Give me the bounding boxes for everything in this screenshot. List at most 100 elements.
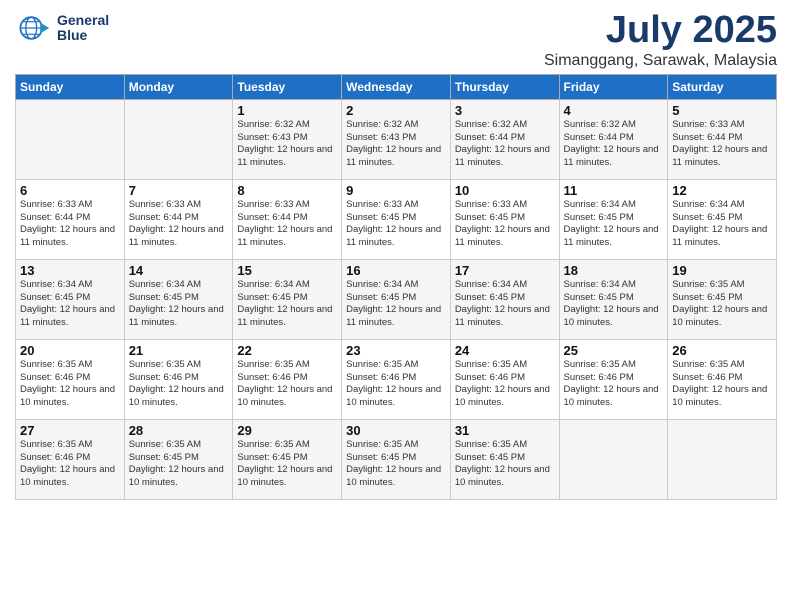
calendar-cell: 4Sunrise: 6:32 AM Sunset: 6:44 PM Daylig… bbox=[559, 99, 668, 179]
calendar-cell: 11Sunrise: 6:34 AM Sunset: 6:45 PM Dayli… bbox=[559, 179, 668, 259]
day-number: 12 bbox=[672, 183, 772, 198]
calendar-cell: 26Sunrise: 6:35 AM Sunset: 6:46 PM Dayli… bbox=[668, 339, 777, 419]
cell-detail: Sunrise: 6:35 AM Sunset: 6:45 PM Dayligh… bbox=[672, 279, 772, 330]
day-number: 3 bbox=[455, 103, 555, 118]
cell-detail: Sunrise: 6:35 AM Sunset: 6:46 PM Dayligh… bbox=[129, 359, 229, 410]
cell-detail: Sunrise: 6:35 AM Sunset: 6:45 PM Dayligh… bbox=[346, 439, 446, 490]
calendar-cell: 25Sunrise: 6:35 AM Sunset: 6:46 PM Dayli… bbox=[559, 339, 668, 419]
calendar-cell: 16Sunrise: 6:34 AM Sunset: 6:45 PM Dayli… bbox=[342, 259, 451, 339]
day-number: 5 bbox=[672, 103, 772, 118]
calendar-cell: 6Sunrise: 6:33 AM Sunset: 6:44 PM Daylig… bbox=[16, 179, 125, 259]
calendar-cell: 14Sunrise: 6:34 AM Sunset: 6:45 PM Dayli… bbox=[124, 259, 233, 339]
calendar-cell: 8Sunrise: 6:33 AM Sunset: 6:44 PM Daylig… bbox=[233, 179, 342, 259]
calendar-cell bbox=[124, 99, 233, 179]
day-number: 4 bbox=[564, 103, 664, 118]
logo: General Blue bbox=[15, 10, 109, 46]
day-number: 23 bbox=[346, 343, 446, 358]
day-number: 20 bbox=[20, 343, 120, 358]
cell-detail: Sunrise: 6:33 AM Sunset: 6:44 PM Dayligh… bbox=[237, 199, 337, 250]
calendar-cell: 19Sunrise: 6:35 AM Sunset: 6:45 PM Dayli… bbox=[668, 259, 777, 339]
day-number: 31 bbox=[455, 423, 555, 438]
cell-detail: Sunrise: 6:32 AM Sunset: 6:44 PM Dayligh… bbox=[455, 119, 555, 170]
day-number: 2 bbox=[346, 103, 446, 118]
calendar-cell: 15Sunrise: 6:34 AM Sunset: 6:45 PM Dayli… bbox=[233, 259, 342, 339]
location-title: Simanggang, Sarawak, Malaysia bbox=[544, 52, 777, 70]
day-number: 26 bbox=[672, 343, 772, 358]
day-number: 19 bbox=[672, 263, 772, 278]
calendar-cell bbox=[16, 99, 125, 179]
day-number: 25 bbox=[564, 343, 664, 358]
calendar-cell: 5Sunrise: 6:33 AM Sunset: 6:44 PM Daylig… bbox=[668, 99, 777, 179]
cell-detail: Sunrise: 6:32 AM Sunset: 6:43 PM Dayligh… bbox=[346, 119, 446, 170]
day-number: 9 bbox=[346, 183, 446, 198]
day-number: 14 bbox=[129, 263, 229, 278]
calendar-cell: 3Sunrise: 6:32 AM Sunset: 6:44 PM Daylig… bbox=[450, 99, 559, 179]
calendar-header-row: SundayMondayTuesdayWednesdayThursdayFrid… bbox=[16, 74, 777, 99]
cell-detail: Sunrise: 6:32 AM Sunset: 6:44 PM Dayligh… bbox=[564, 119, 664, 170]
calendar-week-row: 13Sunrise: 6:34 AM Sunset: 6:45 PM Dayli… bbox=[16, 259, 777, 339]
cell-detail: Sunrise: 6:34 AM Sunset: 6:45 PM Dayligh… bbox=[20, 279, 120, 330]
calendar-cell: 18Sunrise: 6:34 AM Sunset: 6:45 PM Dayli… bbox=[559, 259, 668, 339]
day-number: 7 bbox=[129, 183, 229, 198]
cell-detail: Sunrise: 6:35 AM Sunset: 6:46 PM Dayligh… bbox=[564, 359, 664, 410]
cell-detail: Sunrise: 6:34 AM Sunset: 6:45 PM Dayligh… bbox=[564, 199, 664, 250]
title-block: July 2025 Simanggang, Sarawak, Malaysia bbox=[544, 10, 777, 70]
day-number: 29 bbox=[237, 423, 337, 438]
cell-detail: Sunrise: 6:33 AM Sunset: 6:44 PM Dayligh… bbox=[129, 199, 229, 250]
day-header-tuesday: Tuesday bbox=[233, 74, 342, 99]
day-number: 21 bbox=[129, 343, 229, 358]
day-header-sunday: Sunday bbox=[16, 74, 125, 99]
calendar-cell: 13Sunrise: 6:34 AM Sunset: 6:45 PM Dayli… bbox=[16, 259, 125, 339]
cell-detail: Sunrise: 6:35 AM Sunset: 6:46 PM Dayligh… bbox=[672, 359, 772, 410]
day-header-friday: Friday bbox=[559, 74, 668, 99]
calendar-cell: 2Sunrise: 6:32 AM Sunset: 6:43 PM Daylig… bbox=[342, 99, 451, 179]
cell-detail: Sunrise: 6:35 AM Sunset: 6:46 PM Dayligh… bbox=[455, 359, 555, 410]
calendar-cell: 29Sunrise: 6:35 AM Sunset: 6:45 PM Dayli… bbox=[233, 419, 342, 499]
calendar-cell: 1Sunrise: 6:32 AM Sunset: 6:43 PM Daylig… bbox=[233, 99, 342, 179]
logo-line1: General bbox=[57, 13, 109, 28]
cell-detail: Sunrise: 6:34 AM Sunset: 6:45 PM Dayligh… bbox=[564, 279, 664, 330]
day-number: 6 bbox=[20, 183, 120, 198]
day-header-saturday: Saturday bbox=[668, 74, 777, 99]
cell-detail: Sunrise: 6:35 AM Sunset: 6:46 PM Dayligh… bbox=[346, 359, 446, 410]
calendar-cell: 30Sunrise: 6:35 AM Sunset: 6:45 PM Dayli… bbox=[342, 419, 451, 499]
day-number: 17 bbox=[455, 263, 555, 278]
calendar-cell bbox=[668, 419, 777, 499]
cell-detail: Sunrise: 6:35 AM Sunset: 6:46 PM Dayligh… bbox=[237, 359, 337, 410]
cell-detail: Sunrise: 6:35 AM Sunset: 6:46 PM Dayligh… bbox=[20, 439, 120, 490]
calendar-cell: 22Sunrise: 6:35 AM Sunset: 6:46 PM Dayli… bbox=[233, 339, 342, 419]
cell-detail: Sunrise: 6:35 AM Sunset: 6:45 PM Dayligh… bbox=[455, 439, 555, 490]
cell-detail: Sunrise: 6:34 AM Sunset: 6:45 PM Dayligh… bbox=[237, 279, 337, 330]
day-number: 1 bbox=[237, 103, 337, 118]
calendar-cell: 17Sunrise: 6:34 AM Sunset: 6:45 PM Dayli… bbox=[450, 259, 559, 339]
cell-detail: Sunrise: 6:34 AM Sunset: 6:45 PM Dayligh… bbox=[346, 279, 446, 330]
calendar-cell bbox=[559, 419, 668, 499]
day-number: 24 bbox=[455, 343, 555, 358]
day-number: 16 bbox=[346, 263, 446, 278]
day-number: 18 bbox=[564, 263, 664, 278]
calendar-cell: 21Sunrise: 6:35 AM Sunset: 6:46 PM Dayli… bbox=[124, 339, 233, 419]
cell-detail: Sunrise: 6:33 AM Sunset: 6:45 PM Dayligh… bbox=[455, 199, 555, 250]
calendar-cell: 31Sunrise: 6:35 AM Sunset: 6:45 PM Dayli… bbox=[450, 419, 559, 499]
cell-detail: Sunrise: 6:34 AM Sunset: 6:45 PM Dayligh… bbox=[129, 279, 229, 330]
calendar-cell: 24Sunrise: 6:35 AM Sunset: 6:46 PM Dayli… bbox=[450, 339, 559, 419]
calendar-cell: 27Sunrise: 6:35 AM Sunset: 6:46 PM Dayli… bbox=[16, 419, 125, 499]
logo-icon bbox=[15, 10, 51, 46]
cell-detail: Sunrise: 6:35 AM Sunset: 6:45 PM Dayligh… bbox=[129, 439, 229, 490]
calendar-cell: 23Sunrise: 6:35 AM Sunset: 6:46 PM Dayli… bbox=[342, 339, 451, 419]
calendar-cell: 10Sunrise: 6:33 AM Sunset: 6:45 PM Dayli… bbox=[450, 179, 559, 259]
calendar-week-row: 27Sunrise: 6:35 AM Sunset: 6:46 PM Dayli… bbox=[16, 419, 777, 499]
day-number: 30 bbox=[346, 423, 446, 438]
page-header: General Blue July 2025 Simanggang, Saraw… bbox=[15, 10, 777, 70]
day-header-wednesday: Wednesday bbox=[342, 74, 451, 99]
calendar-cell: 9Sunrise: 6:33 AM Sunset: 6:45 PM Daylig… bbox=[342, 179, 451, 259]
logo-text: General Blue bbox=[57, 13, 109, 44]
calendar-cell: 7Sunrise: 6:33 AM Sunset: 6:44 PM Daylig… bbox=[124, 179, 233, 259]
calendar-cell: 20Sunrise: 6:35 AM Sunset: 6:46 PM Dayli… bbox=[16, 339, 125, 419]
day-number: 8 bbox=[237, 183, 337, 198]
calendar-table: SundayMondayTuesdayWednesdayThursdayFrid… bbox=[15, 74, 777, 500]
month-title: July 2025 bbox=[544, 10, 777, 52]
cell-detail: Sunrise: 6:33 AM Sunset: 6:44 PM Dayligh… bbox=[20, 199, 120, 250]
day-number: 10 bbox=[455, 183, 555, 198]
cell-detail: Sunrise: 6:35 AM Sunset: 6:45 PM Dayligh… bbox=[237, 439, 337, 490]
